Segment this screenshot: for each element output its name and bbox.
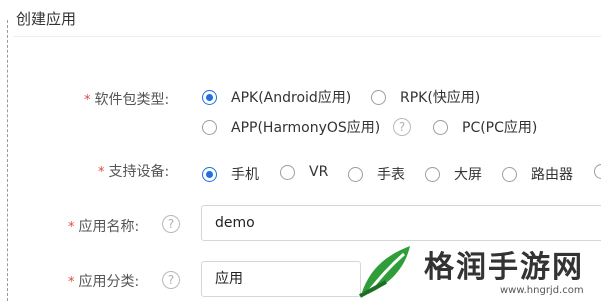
- radio-rpk[interactable]: RPK(快应用): [371, 87, 480, 107]
- devices-label: * 支持设备:: [98, 164, 170, 180]
- app-category-label: * 应用分类:: [68, 274, 140, 290]
- package-type-label: * 软件包类型:: [84, 92, 170, 108]
- page-header: 创建应用: [14, 0, 601, 37]
- required-asterisk: *: [68, 220, 75, 235]
- radio-unchecked-icon[interactable]: [202, 119, 217, 135]
- radio-app-harmonyos[interactable]: APP(HarmonyOS应用): [202, 117, 380, 137]
- app-name-input[interactable]: demo: [201, 205, 601, 241]
- radio-checked-icon[interactable]: [202, 89, 217, 105]
- help-icon[interactable]: ?: [162, 271, 180, 289]
- radio-unchecked-icon[interactable]: [425, 166, 440, 182]
- watermark-url: www.hngrjd.com: [500, 285, 584, 296]
- radio-device-more[interactable]: [594, 164, 601, 179]
- radio-apk[interactable]: APK(Android应用): [202, 87, 351, 107]
- help-icon[interactable]: ?: [393, 118, 411, 136]
- watermark-text: 格润手游网: [424, 250, 584, 285]
- required-asterisk: *: [98, 165, 105, 180]
- app-category-select[interactable]: 应用: [201, 261, 361, 297]
- radio-device-router[interactable]: 路由器: [502, 164, 573, 184]
- leaf-logo-icon: [359, 246, 410, 298]
- radio-unchecked-icon[interactable]: [280, 164, 295, 180]
- required-asterisk: *: [68, 275, 75, 290]
- radio-unchecked-icon[interactable]: [502, 166, 517, 182]
- radio-device-screen[interactable]: 大屏: [425, 164, 482, 184]
- radio-device-vr[interactable]: VR: [280, 164, 328, 180]
- app-name-label: * 应用名称:: [68, 219, 140, 235]
- page-title: 创建应用: [16, 10, 77, 28]
- required-asterisk: *: [84, 93, 91, 108]
- radio-unchecked-icon[interactable]: [348, 166, 363, 182]
- help-icon[interactable]: ?: [162, 215, 180, 233]
- watermark: 格润手游网 www.hngrjd.com: [350, 238, 601, 301]
- radio-unchecked-icon[interactable]: [371, 89, 386, 105]
- radio-pc[interactable]: PC(PC应用): [433, 117, 537, 137]
- radio-device-phone[interactable]: 手机: [202, 164, 259, 184]
- left-dashed-border: [7, 20, 8, 301]
- radio-unchecked-icon[interactable]: [594, 164, 601, 179]
- radio-device-watch[interactable]: 手表: [348, 164, 405, 184]
- radio-unchecked-icon[interactable]: [433, 119, 448, 135]
- radio-checked-icon[interactable]: [202, 166, 217, 182]
